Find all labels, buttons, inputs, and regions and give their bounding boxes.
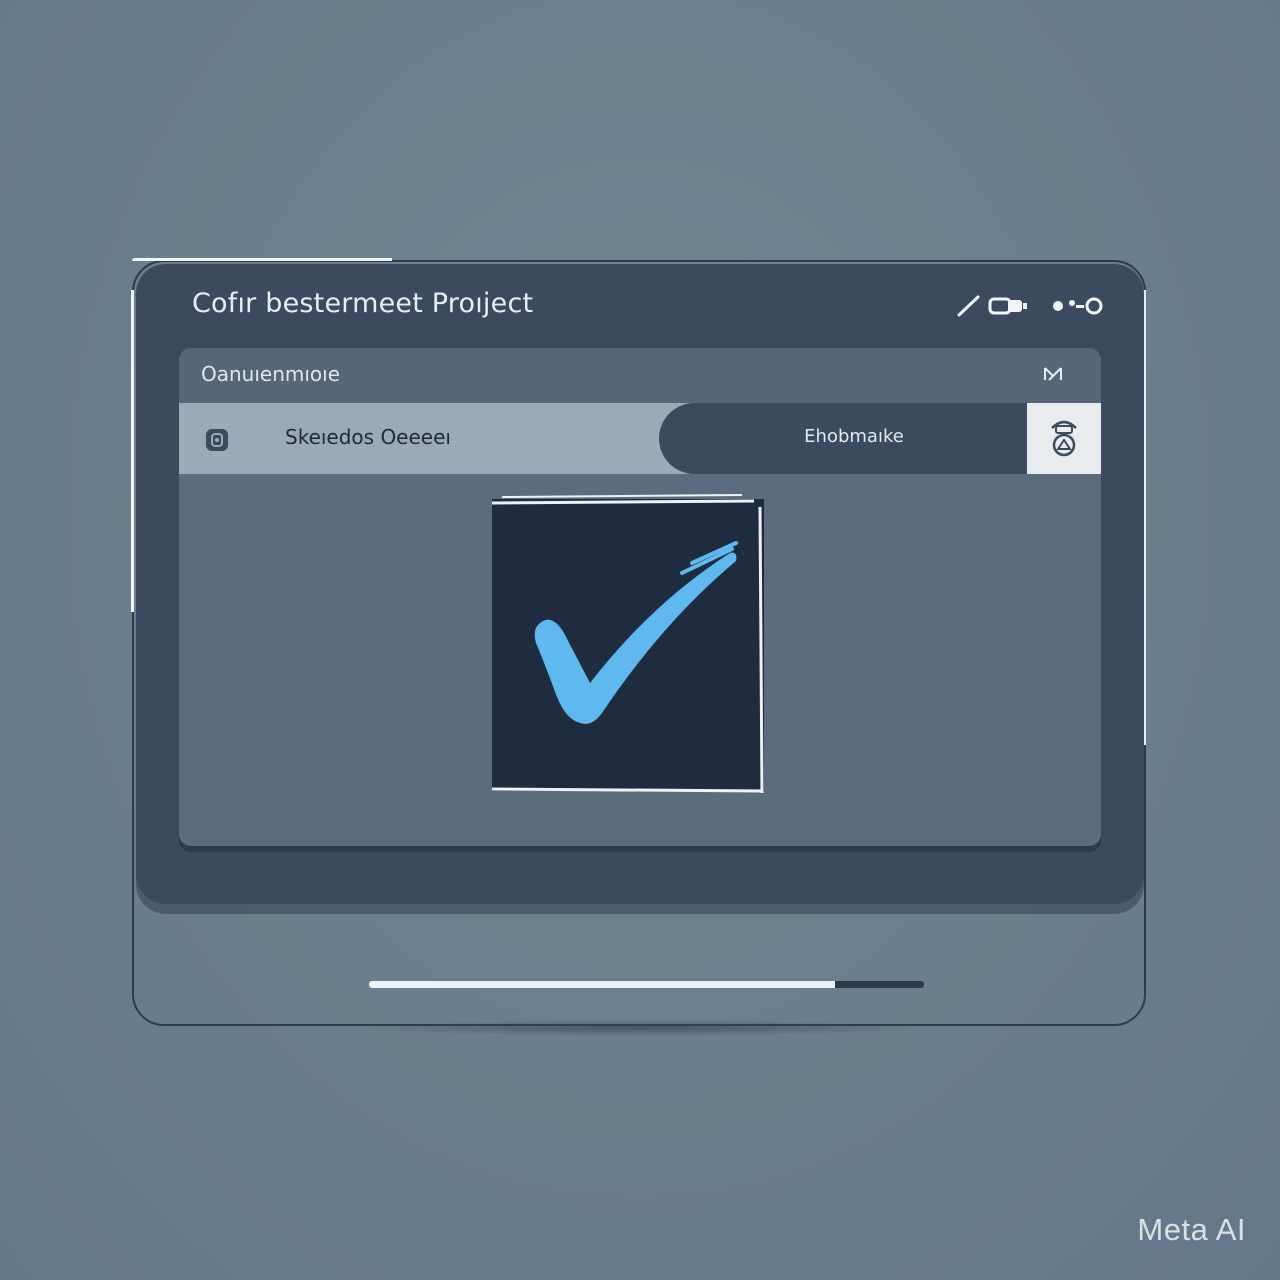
confirmation-checkbox[interactable]	[482, 487, 772, 809]
content-panel: Oanuıenmıoıe Skeıedos Oeeeeı Ehobmaıke	[179, 348, 1101, 846]
window-title: Cofır bestermeet Proıject	[192, 288, 534, 319]
floor-shadow	[360, 1020, 920, 1036]
device-highlight-top	[132, 258, 392, 261]
reload-button[interactable]	[1027, 403, 1101, 474]
reload-icon	[1044, 414, 1084, 464]
more-icon	[1052, 296, 1104, 320]
watermark-logo: Meta AI	[1137, 1212, 1246, 1247]
close-button[interactable]	[1041, 362, 1065, 386]
primary-action-label: Ehobmaıke	[804, 426, 904, 447]
more-button[interactable]	[1052, 294, 1104, 322]
subheader-bar: Oanuıenmıoıe	[179, 348, 1101, 403]
close-icon	[1041, 367, 1065, 390]
background: Cofır bestermeet Proıject Oanuıenmıoıe S…	[0, 0, 1280, 1280]
progress-fill	[369, 981, 836, 988]
app-window: Cofır bestermeet Proıject Oanuıenmıoıe S…	[136, 264, 1144, 904]
edit-button[interactable]	[956, 294, 1028, 322]
action-row: Skeıedos Oeeeeı Ehobmaıke	[179, 403, 1101, 474]
checkmark-icon	[482, 487, 772, 809]
file-field[interactable]: Skeıedos Oeeeeı	[179, 403, 699, 474]
file-field-label: Skeıedos Oeeeeı	[285, 425, 451, 449]
device-highlight-left	[131, 290, 134, 612]
subheader-label: Oanuıenmıoıe	[201, 362, 341, 386]
lock-icon	[201, 423, 233, 455]
progress-bar	[369, 981, 924, 988]
primary-action-button[interactable]: Ehobmaıke	[659, 403, 1029, 474]
title-controls	[956, 294, 1104, 322]
toggle-icon	[988, 296, 1028, 320]
pen-icon	[956, 294, 982, 322]
